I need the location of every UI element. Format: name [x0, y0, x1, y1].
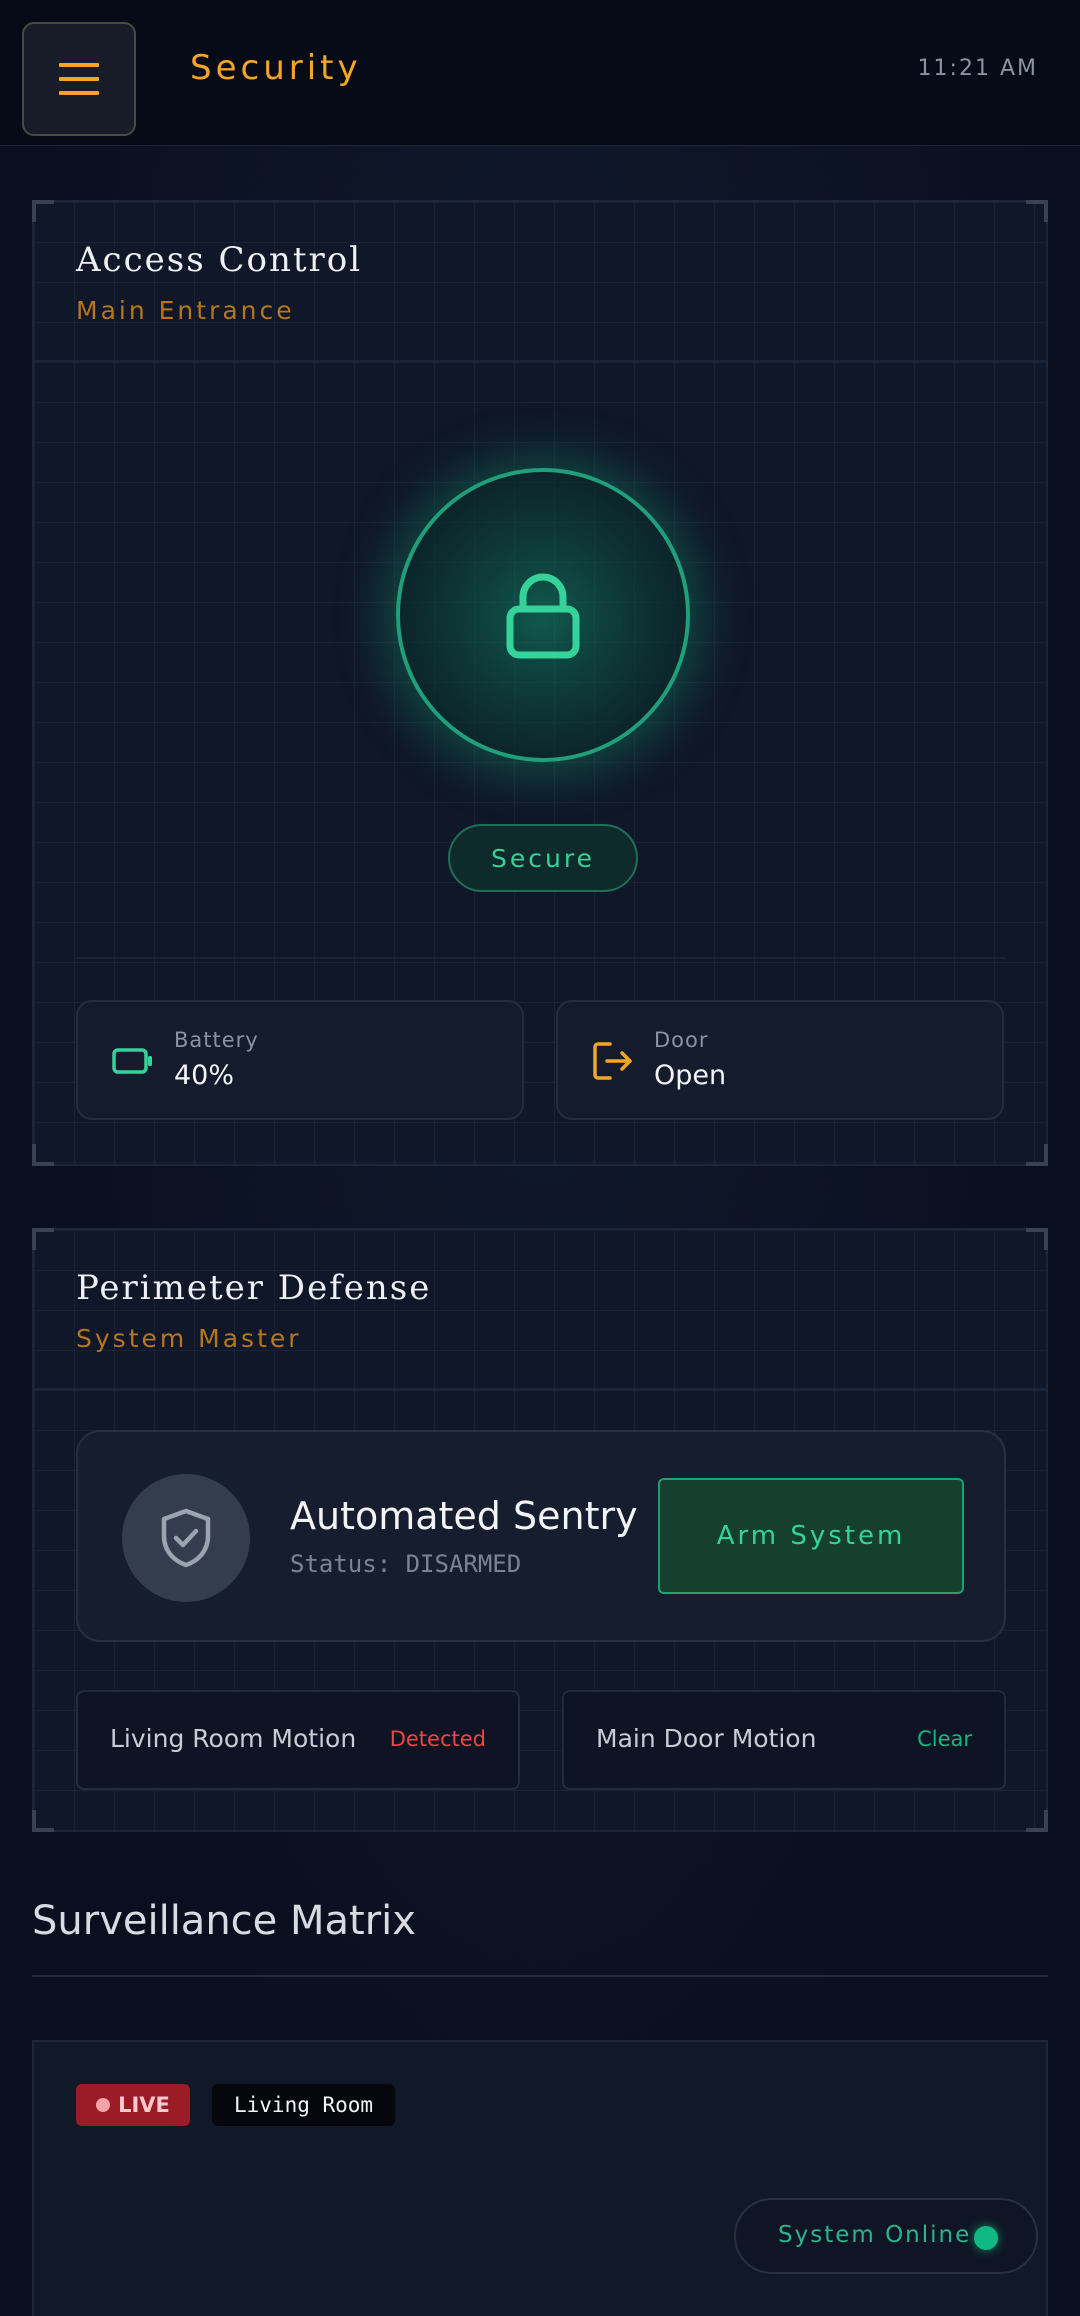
divider: [76, 957, 1006, 959]
motion-sensor-state: Detected: [389, 1727, 486, 1751]
card-header: Access Control Main Entrance: [34, 202, 1046, 362]
corner-decoration: [1026, 1144, 1048, 1166]
battery-icon: [112, 1048, 152, 1074]
sentry-status: Status: DISARMED: [290, 1550, 522, 1578]
door-stat: Door Open: [556, 1000, 1004, 1120]
corner-decoration: [32, 1810, 54, 1832]
motion-sensor-living-room[interactable]: Living Room Motion Detected: [76, 1690, 520, 1790]
battery-label: Battery: [174, 1028, 259, 1052]
door-value: Open: [654, 1060, 727, 1091]
status-dot-icon: [974, 2226, 998, 2250]
arm-system-button[interactable]: Arm System: [658, 1478, 964, 1594]
card-subtitle: Main Entrance: [76, 296, 295, 325]
card-title: Perimeter Defense: [76, 1268, 432, 1308]
divider: [32, 1975, 1048, 1977]
app-header: Security 11:21 AM: [0, 0, 1080, 146]
card-subtitle: System Master: [76, 1324, 302, 1353]
automated-sentry-panel: Automated Sentry Status: DISARMED Arm Sy…: [76, 1430, 1006, 1642]
motion-sensor-main-door[interactable]: Main Door Motion Clear: [562, 1690, 1006, 1790]
clock-time: 11:21 AM: [917, 56, 1038, 81]
live-badge-label: LIVE: [118, 2093, 170, 2117]
shield-check-icon: [161, 1508, 211, 1568]
corner-decoration: [1026, 1810, 1048, 1832]
system-status-pill: System Online: [734, 2198, 1038, 2274]
motion-sensor-label: Living Room Motion: [110, 1724, 357, 1753]
menu-button[interactable]: [22, 22, 136, 136]
sentry-title: Automated Sentry: [290, 1494, 638, 1538]
door-exit-icon: [593, 1042, 632, 1080]
door-label: Door: [654, 1028, 709, 1052]
card-title: Access Control: [76, 240, 363, 280]
lock-status-badge: Secure: [448, 824, 638, 892]
battery-stat: Battery 40%: [76, 1000, 524, 1120]
lock-toggle-button[interactable]: [396, 468, 690, 762]
card-header: Perimeter Defense System Master: [34, 1230, 1046, 1390]
live-badge: LIVE: [76, 2084, 190, 2126]
page-title: Security: [190, 48, 362, 88]
battery-value: 40%: [174, 1060, 235, 1091]
system-status-label: System Online: [778, 2222, 972, 2248]
camera-feed-card[interactable]: LIVE Living Room System Online: [32, 2040, 1048, 2316]
shield-avatar: [122, 1474, 250, 1602]
section-title: Surveillance Matrix: [32, 1898, 416, 1944]
hamburger-menu-icon: [59, 63, 99, 95]
access-control-card: Access Control Main Entrance Secure Batt…: [32, 200, 1048, 1166]
motion-sensor-state: Clear: [917, 1727, 972, 1751]
corner-decoration: [32, 1144, 54, 1166]
motion-sensor-label: Main Door Motion: [596, 1724, 817, 1753]
perimeter-defense-card: Perimeter Defense System Master Automate…: [32, 1228, 1048, 1832]
live-dot-icon: [96, 2098, 111, 2112]
camera-name: Living Room: [212, 2084, 396, 2126]
lock-icon: [506, 573, 580, 659]
